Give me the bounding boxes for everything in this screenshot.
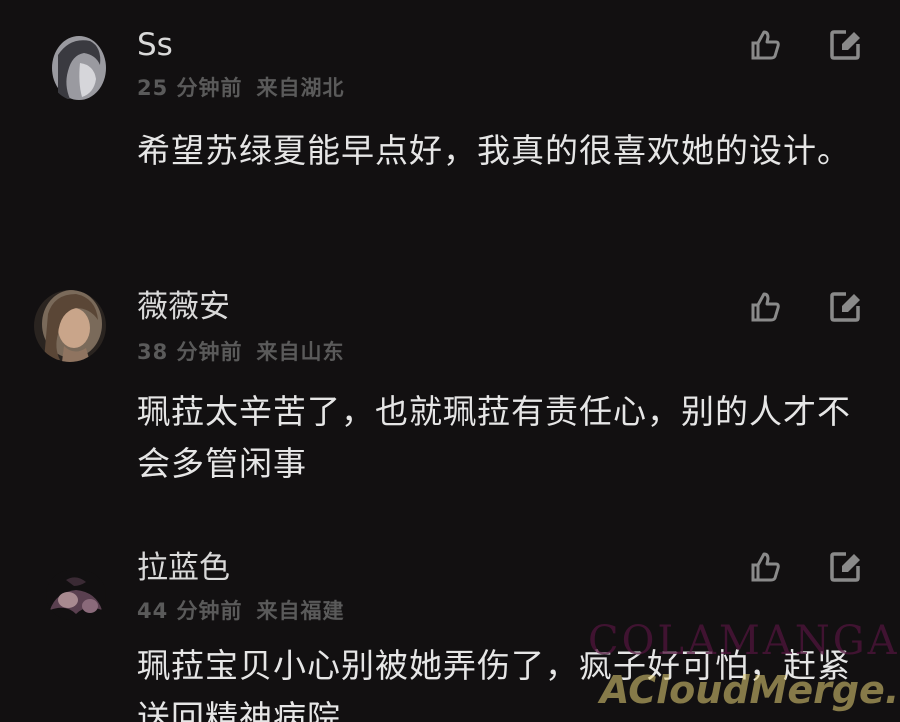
comment-meta: 25 分钟前 来自湖北 [137,78,345,99]
reply-icon[interactable] [828,550,862,584]
avatar[interactable] [50,35,108,101]
thumbs-up-icon[interactable] [748,290,782,324]
comment-time: 25 分钟前 [137,76,243,100]
username[interactable]: 拉蓝色 [137,553,230,584]
avatar[interactable] [46,570,106,620]
comment-meta: 38 分钟前 来自山东 [137,342,345,363]
avatar[interactable] [34,290,106,362]
comment-location: 来自湖北 [256,76,345,100]
username[interactable]: 薇薇安 [137,292,230,323]
comment-location: 来自福建 [256,599,345,623]
username[interactable]: Ss [137,30,173,61]
comment-time: 38 分钟前 [137,340,243,364]
comment-text: 珮菈宝贝小心别被她弄伤了，疯子好可怕，赶紧送回精神病院 [137,646,851,722]
comment-text: 珮菈太辛苦了，也就珮菈有责任心，别的人才不会多管闲事 [137,392,851,483]
comment-location: 来自山东 [256,340,345,364]
comment-list: Ss 25 分钟前 来自湖北 希望苏绿夏能早点好，我真的很喜欢她的设计。 薇薇安… [0,0,900,722]
comment-time: 44 分钟前 [137,599,243,623]
thumbs-up-icon[interactable] [748,550,782,584]
reply-icon[interactable] [828,28,862,62]
comment-text: 希望苏绿夏能早点好，我真的很喜欢她的设计。 [137,131,851,170]
thumbs-up-icon[interactable] [748,28,782,62]
comment-meta: 44 分钟前 来自福建 [137,601,345,622]
reply-icon[interactable] [828,290,862,324]
